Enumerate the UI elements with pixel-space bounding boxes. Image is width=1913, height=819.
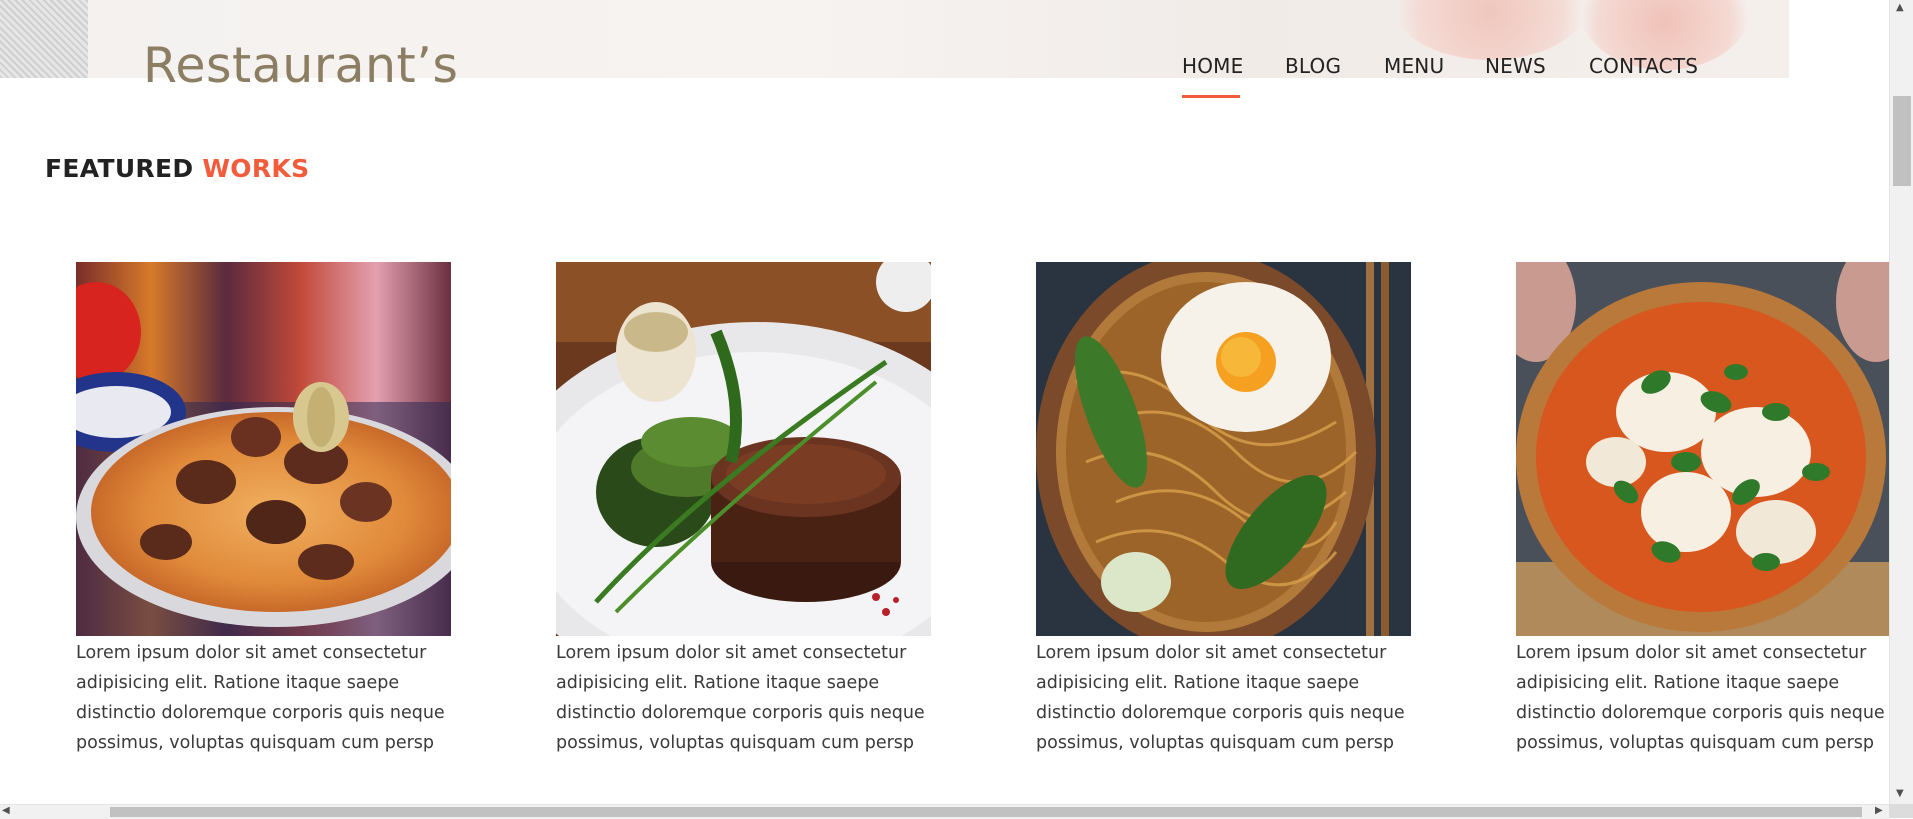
section-title-part1: FEATURED: [45, 154, 194, 183]
nav-menu[interactable]: MENU: [1384, 54, 1444, 78]
nav-blog[interactable]: BLOG: [1285, 54, 1341, 78]
scroll-up-icon[interactable]: ▲: [1896, 2, 1904, 13]
horizontal-scroll-thumb[interactable]: [110, 807, 1862, 817]
card-caption: Lorem ipsum dolor sit amet consectetur a…: [556, 643, 925, 753]
card-caption: Lorem ipsum dolor sit amet consectetur a…: [76, 643, 445, 753]
vertical-scroll-thumb[interactable]: [1893, 96, 1911, 186]
nav-contacts[interactable]: CONTACTS: [1589, 54, 1698, 78]
plov-photo: [76, 262, 451, 636]
pizza-photo: [1516, 262, 1889, 636]
scroll-left-icon[interactable]: ◀: [2, 805, 10, 816]
featured-card[interactable]: Lorem ipsum dolor sit amet consectetur a…: [1516, 262, 1889, 758]
card-caption: Lorem ipsum dolor sit amet consectetur a…: [1516, 643, 1885, 753]
card-caption: Lorem ipsum dolor sit amet consectetur a…: [1036, 643, 1405, 753]
scroll-right-icon[interactable]: ▶: [1875, 805, 1883, 816]
vertical-scrollbar[interactable]: ▲ ▼: [1889, 0, 1913, 804]
featured-card[interactable]: Lorem ipsum dolor sit amet consectetur a…: [1036, 262, 1411, 758]
scrollbar-corner: [1889, 804, 1913, 818]
nav-home[interactable]: HOME: [1182, 54, 1243, 78]
horizontal-scrollbar[interactable]: ◀ ▶: [0, 804, 1889, 819]
nav-news[interactable]: NEWS: [1485, 54, 1546, 78]
noodles-photo: [1036, 262, 1411, 636]
featured-card[interactable]: Lorem ipsum dolor sit amet consectetur a…: [76, 262, 451, 758]
featured-card[interactable]: Lorem ipsum dolor sit amet consectetur a…: [556, 262, 931, 758]
scroll-down-icon[interactable]: ▼: [1896, 788, 1904, 799]
header-background-tomato: [1390, 0, 1590, 60]
nav-active-indicator: [1182, 95, 1240, 98]
section-title: FEATURED WORKS: [45, 154, 309, 183]
site-logo[interactable]: Restaurant’s: [143, 36, 458, 96]
steak-photo: [556, 262, 931, 636]
section-title-part2: WORKS: [202, 154, 310, 183]
header-decoration: [0, 0, 88, 78]
